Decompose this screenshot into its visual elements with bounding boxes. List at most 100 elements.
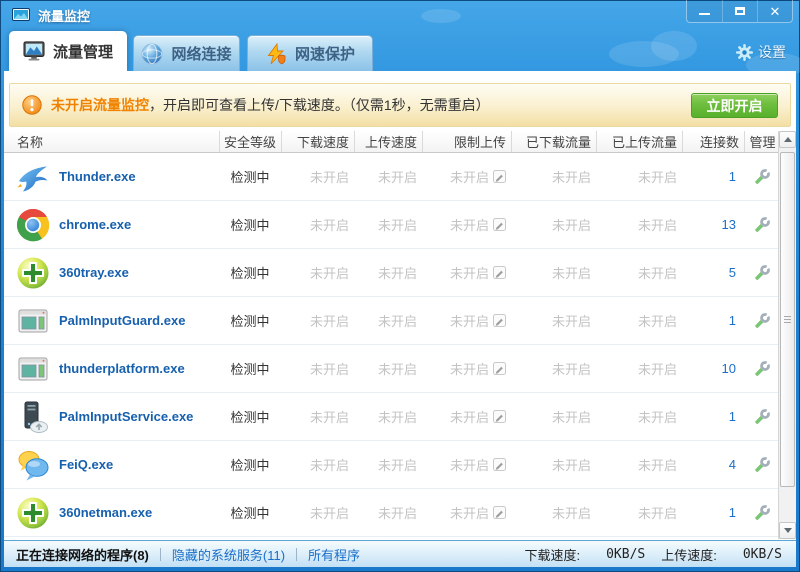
process-name: thunderplatform.exe [59,361,185,376]
connection-count[interactable]: 13 [682,217,744,232]
filter-links: 正在连接网络的程序(8) 隐藏的系统服务(11) 所有程序 [4,545,360,564]
uploaded-total: 未开启 [596,311,682,330]
maximize-icon [735,7,745,15]
downloaded-total: 未开启 [511,215,596,234]
speed-shield-icon [265,43,287,65]
table-row[interactable]: PalmInputGuard.exe 检测中 未开启 未开启 未开启 未开启 未… [4,297,780,345]
scroll-up-button[interactable] [779,131,796,148]
manage-wrench-icon[interactable] [754,312,771,329]
edit-limit-icon[interactable] [493,314,506,327]
edit-limit-icon[interactable] [493,218,506,231]
warning-icon [22,95,42,115]
enable-now-button[interactable]: 立即开启 [691,93,778,118]
connection-count[interactable]: 1 [682,505,744,520]
edit-limit-icon[interactable] [493,362,506,375]
scroll-down-button[interactable] [779,522,796,539]
close-button[interactable]: ✕ [757,0,792,22]
tab-speed-protection[interactable]: 网速保护 [247,35,373,71]
app-logo-icon [12,8,30,23]
arrow-up-icon [784,137,792,142]
app-window-icon [16,352,50,386]
divider [160,548,161,561]
title-bar: 流量监控 ✕ [1,1,799,29]
connection-count[interactable]: 1 [682,169,744,184]
manage-wrench-icon[interactable] [754,216,771,233]
settings-button[interactable]: 设置 [736,42,786,62]
edit-limit-icon[interactable] [493,410,506,423]
limit-upload-value: 未开启 [450,167,489,186]
download-speed-label: 下载速度: [524,545,580,564]
uploaded-total: 未开启 [596,215,682,234]
process-table: Thunder.exe 检测中 未开启 未开启 未开启 未开启 未开启 1 [4,153,780,537]
close-icon: ✕ [770,5,781,18]
minimize-button[interactable] [687,0,722,22]
connection-count[interactable]: 1 [682,409,744,424]
maximize-button[interactable] [722,0,757,22]
thumb-grip-icon [784,316,791,324]
thunder-bird-icon [16,160,50,194]
tab-traffic-management[interactable]: 流量管理 [9,31,127,71]
manage-wrench-icon[interactable] [754,168,771,185]
edit-limit-icon[interactable] [493,266,506,279]
column-header-manage: 管理 [744,131,780,152]
divider [296,548,297,561]
column-header-limit: 限制上传 [422,131,511,152]
table-row[interactable]: chrome.exe 检测中 未开启 未开启 未开启 未开启 未开启 13 [4,201,780,249]
table-row[interactable]: thunderplatform.exe 检测中 未开启 未开启 未开启 未开启 … [4,345,780,393]
limit-upload-value: 未开启 [450,503,489,522]
connection-count[interactable]: 10 [682,361,744,376]
uploaded-total: 未开启 [596,455,682,474]
tab-network-connections[interactable]: 网络连接 [133,35,240,71]
edit-limit-icon[interactable] [493,506,506,519]
arrow-down-icon [784,528,792,533]
security-level: 检测中 [219,503,281,522]
downloaded-total: 未开启 [511,407,596,426]
security-level: 检测中 [219,359,281,378]
manage-wrench-icon[interactable] [754,264,771,281]
security-level: 检测中 [219,407,281,426]
process-name: PalmInputGuard.exe [59,313,185,328]
download-speed: 未开启 [281,407,354,426]
limit-upload-value: 未开启 [450,359,489,378]
manage-wrench-icon[interactable] [754,456,771,473]
security-level: 检测中 [219,455,281,474]
table-row[interactable]: 360tray.exe 检测中 未开启 未开启 未开启 未开启 未开启 5 [4,249,780,297]
table-row[interactable]: Thunder.exe 检测中 未开启 未开启 未开启 未开启 未开启 1 [4,153,780,201]
chrome-icon [16,208,50,242]
process-name: PalmInputService.exe [59,409,193,424]
360-icon [16,496,50,530]
process-name: chrome.exe [59,217,131,232]
manage-wrench-icon[interactable] [754,504,771,521]
scrollbar-thumb[interactable] [780,152,795,487]
table-row[interactable]: FeiQ.exe 检测中 未开启 未开启 未开启 未开启 未开启 4 [4,441,780,489]
table-row[interactable]: 360netman.exe 检测中 未开启 未开启 未开启 未开启 未开启 1 [4,489,780,537]
download-speed: 未开启 [281,263,354,282]
connection-count[interactable]: 1 [682,313,744,328]
server-cloud-icon [16,400,50,434]
table-row[interactable]: PalmInputService.exe 检测中 未开启 未开启 未开启 未开启… [4,393,780,441]
edit-limit-icon[interactable] [493,458,506,471]
downloaded-total: 未开启 [511,455,596,474]
notice-text: 未开启流量监控，开启即可查看上传/下载速度。（仅需1秒，无需重启） [51,95,490,115]
uploaded-total: 未开启 [596,503,682,522]
uploaded-total: 未开启 [596,263,682,282]
downloaded-total: 未开启 [511,503,596,522]
manage-wrench-icon[interactable] [754,408,771,425]
download-speed: 未开启 [281,359,354,378]
edit-limit-icon[interactable] [493,170,506,183]
filter-connected-programs[interactable]: 正在连接网络的程序(8) [16,545,149,564]
connection-count[interactable]: 5 [682,265,744,280]
download-speed: 未开启 [281,167,354,186]
filter-hidden-services[interactable]: 隐藏的系统服务(11) [172,545,285,564]
uploaded-total: 未开启 [596,407,682,426]
vertical-scrollbar [778,131,796,539]
connection-count[interactable]: 4 [682,457,744,472]
chat-bubbles-icon [16,448,50,482]
column-header-security: 安全等级 [219,131,281,152]
app-window-icon [16,304,50,338]
manage-wrench-icon[interactable] [754,360,771,377]
notice-highlight: 未开启流量监控 [51,97,149,113]
filter-all-programs[interactable]: 所有程序 [308,545,360,564]
notice-banner: 未开启流量监控，开启即可查看上传/下载速度。（仅需1秒，无需重启） 立即开启 [9,83,791,127]
downloaded-total: 未开启 [511,167,596,186]
